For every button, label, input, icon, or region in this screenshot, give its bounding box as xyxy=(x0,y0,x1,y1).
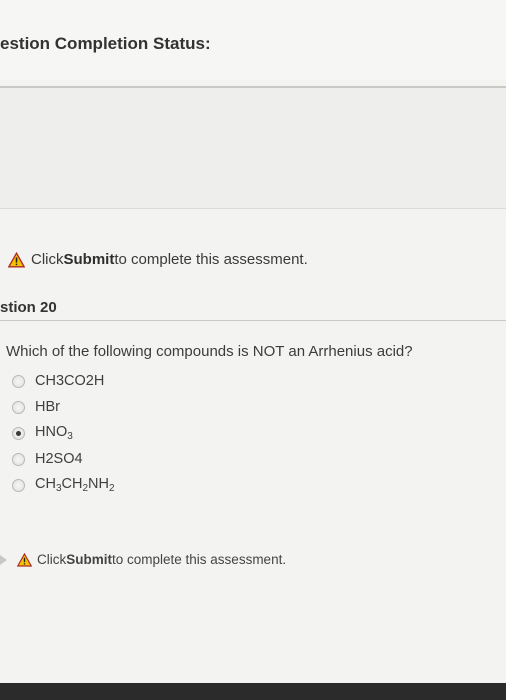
answer-options: CH3CO2H HBr HNO3 H2SO4 CH3CH2NH2 xyxy=(12,368,115,498)
option-label: CH3CO2H xyxy=(35,373,105,389)
submit-notice-top: Click Submit to complete this assessment… xyxy=(8,251,308,268)
divider xyxy=(0,320,506,321)
option-ch3ch2nh2[interactable]: CH3CH2NH2 xyxy=(12,472,115,498)
radio-button[interactable] xyxy=(12,452,25,466)
question-text: Which of the following compounds is NOT … xyxy=(6,343,413,360)
submit-notice-bottom: Click Submit to complete this assessment… xyxy=(0,552,286,567)
notice-prefix: Click xyxy=(31,251,64,268)
radio-button[interactable] xyxy=(12,400,25,414)
radio-button[interactable] xyxy=(12,374,25,388)
completion-status-title: estion Completion Status: xyxy=(0,34,211,53)
question-number: stion 20 xyxy=(0,299,57,316)
notice-suffix: to complete this assessment. xyxy=(112,552,287,567)
option-label: HBr xyxy=(35,399,60,415)
warning-icon xyxy=(8,251,25,267)
option-label: CH3CH2NH2 xyxy=(35,476,115,494)
radio-button[interactable] xyxy=(12,478,25,492)
option-label: H2SO4 xyxy=(35,451,83,467)
radio-button-selected[interactable] xyxy=(12,426,25,440)
divider xyxy=(0,208,506,209)
formula-part: NH xyxy=(88,476,109,492)
arrow-right-icon xyxy=(0,554,7,565)
formula-subscript: 2 xyxy=(108,483,115,494)
formula-subscript: 3 xyxy=(67,431,73,442)
formula-part: HNO xyxy=(35,424,68,440)
formula-part: CH xyxy=(35,476,56,492)
formula-part: CH xyxy=(61,476,83,492)
submit-link: Submit xyxy=(66,552,112,567)
option-h2so4[interactable]: H2SO4 xyxy=(12,446,115,472)
option-label: HNO3 xyxy=(35,424,73,442)
completion-status-area xyxy=(0,88,506,208)
option-ch3co2h[interactable]: CH3CO2H xyxy=(12,368,115,394)
submit-link: Submit xyxy=(63,251,115,268)
bottom-edge xyxy=(0,683,506,700)
warning-icon xyxy=(17,552,32,567)
option-hbr[interactable]: HBr xyxy=(12,394,115,420)
notice-suffix: to complete this assessment. xyxy=(114,251,308,268)
notice-prefix: Click xyxy=(37,552,67,567)
option-hno3[interactable]: HNO3 xyxy=(12,420,115,446)
